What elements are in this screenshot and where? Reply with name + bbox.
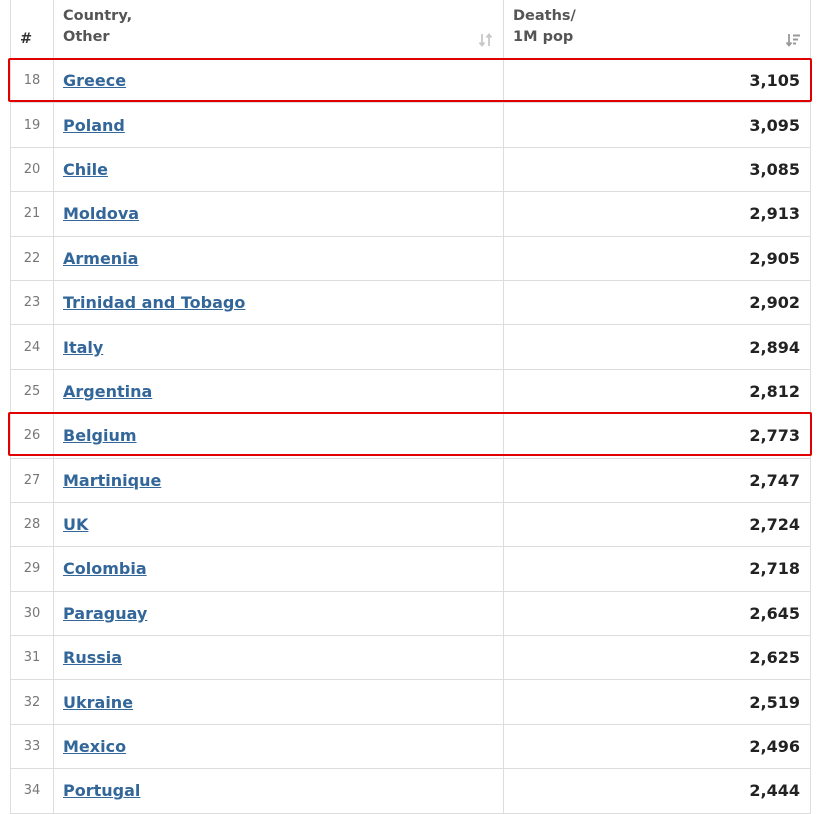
table-row: 30 Paraguay 2,645 (10, 590, 811, 637)
country-cell: Ukraine (53, 679, 504, 725)
table-row: 19 Poland 3,095 (10, 102, 811, 148)
country-cell: Belgium (53, 413, 504, 459)
rank-cell: 20 (10, 146, 54, 193)
deaths-per-million-cell: 2,773 (503, 413, 811, 459)
deaths-per-million-cell: 2,747 (503, 457, 811, 503)
rank-cell: 21 (10, 191, 54, 237)
country-cell: Mexico (53, 723, 504, 770)
deaths-per-million-cell: 2,913 (503, 191, 811, 237)
country-cell: UK (53, 501, 504, 548)
country-cell: Trinidad and Tobago (53, 279, 504, 326)
rank-cell: 30 (10, 590, 54, 637)
table-row: 32 Ukraine 2,519 (10, 679, 811, 725)
rank-cell: 34 (10, 768, 54, 814)
table-row: 25 Argentina 2,812 (10, 368, 811, 415)
deaths-per-million-cell: 2,718 (503, 546, 811, 592)
sort-neutral-icon[interactable] (478, 32, 494, 48)
table-row: 18 Greece 3,105 (10, 57, 811, 104)
country-link-portugal[interactable]: Portugal (63, 781, 140, 800)
deaths-per-million-cell: 2,812 (503, 368, 811, 415)
country-cell: Italy (53, 324, 504, 370)
table-row: 27 Martinique 2,747 (10, 457, 811, 503)
country-cell: Moldova (53, 191, 504, 237)
rank-cell: 25 (10, 368, 54, 415)
table-body: 18 Greece 3,105 19 Poland 3,095 20 Chile… (10, 57, 811, 814)
table-row: 20 Chile 3,085 (10, 146, 811, 193)
country-link-uk[interactable]: UK (63, 515, 88, 534)
rank-cell: 18 (10, 57, 54, 104)
country-cell: Russia (53, 635, 504, 681)
deaths-per-million-cell: 2,894 (503, 324, 811, 370)
table-row: 22 Armenia 2,905 (10, 235, 811, 281)
table-header-row: # Country, Other Deaths/ 1M pop (10, 0, 811, 59)
country-cell: Argentina (53, 368, 504, 415)
country-link-belgium[interactable]: Belgium (63, 426, 137, 445)
table-row: 23 Trinidad and Tobago 2,902 (10, 279, 811, 326)
country-link-moldova[interactable]: Moldova (63, 204, 139, 223)
country-cell: Poland (53, 102, 504, 148)
deaths-per-million-cell: 2,645 (503, 590, 811, 637)
country-cell: Greece (53, 57, 504, 104)
rank-cell: 29 (10, 546, 54, 592)
deaths-per-million-cell: 3,095 (503, 102, 811, 148)
rank-cell: 23 (10, 279, 54, 326)
country-cell: Portugal (53, 768, 504, 814)
deaths-per-million-cell: 2,625 (503, 635, 811, 681)
deaths-per-million-cell: 3,085 (503, 146, 811, 193)
table-row: 24 Italy 2,894 (10, 324, 811, 370)
deaths-column-header[interactable]: Deaths/ 1M pop (503, 0, 811, 59)
country-cell: Chile (53, 146, 504, 193)
country-link-russia[interactable]: Russia (63, 648, 122, 667)
rank-cell: 27 (10, 457, 54, 503)
country-header-line2: Other (63, 29, 110, 45)
deaths-per-million-cell: 3,105 (503, 57, 811, 104)
sort-descending-icon[interactable] (785, 32, 801, 48)
country-column-header[interactable]: Country, Other (53, 0, 504, 59)
table-row: 28 UK 2,724 (10, 501, 811, 548)
country-cell: Paraguay (53, 590, 504, 637)
deaths-per-million-cell: 2,905 (503, 235, 811, 281)
table-row: 29 Colombia 2,718 (10, 546, 811, 592)
country-link-argentina[interactable]: Argentina (63, 382, 152, 401)
country-link-ukraine[interactable]: Ukraine (63, 693, 133, 712)
table-row: 34 Portugal 2,444 (10, 768, 811, 814)
deaths-per-million-cell: 2,496 (503, 723, 811, 770)
rank-cell: 28 (10, 501, 54, 548)
country-cell: Martinique (53, 457, 504, 503)
country-link-colombia[interactable]: Colombia (63, 559, 147, 578)
rank-header-label: # (20, 31, 33, 47)
country-link-paraguay[interactable]: Paraguay (63, 604, 147, 623)
country-link-chile[interactable]: Chile (63, 160, 108, 179)
rank-column-header: # (10, 0, 54, 59)
table-row: 26 Belgium 2,773 (10, 413, 811, 459)
rank-cell: 31 (10, 635, 54, 681)
country-link-italy[interactable]: Italy (63, 338, 103, 357)
rank-cell: 19 (10, 102, 54, 148)
country-link-martinique[interactable]: Martinique (63, 471, 161, 490)
deaths-per-million-cell: 2,902 (503, 279, 811, 326)
table-row: 33 Mexico 2,496 (10, 723, 811, 770)
country-link-trinidad-and-tobago[interactable]: Trinidad and Tobago (63, 293, 245, 312)
country-link-armenia[interactable]: Armenia (63, 249, 138, 268)
deaths-header-line1: Deaths/ (513, 8, 576, 24)
deaths-header-line2: 1M pop (513, 29, 574, 45)
rank-cell: 33 (10, 723, 54, 770)
country-cell: Colombia (53, 546, 504, 592)
rank-cell: 22 (10, 235, 54, 281)
deaths-per-million-cell: 2,444 (503, 768, 811, 814)
country-link-greece[interactable]: Greece (63, 71, 126, 90)
rank-cell: 32 (10, 679, 54, 725)
country-header-line1: Country, (63, 8, 133, 24)
deaths-per-million-cell: 2,724 (503, 501, 811, 548)
ranking-table-container: # Country, Other Deaths/ 1M pop 18 Greec… (10, 0, 811, 814)
deaths-per-million-table: # Country, Other Deaths/ 1M pop 18 Greec… (10, 0, 811, 814)
country-link-mexico[interactable]: Mexico (63, 737, 126, 756)
rank-cell: 24 (10, 324, 54, 370)
table-row: 21 Moldova 2,913 (10, 191, 811, 237)
rank-cell: 26 (10, 413, 54, 459)
table-row: 31 Russia 2,625 (10, 635, 811, 681)
country-link-poland[interactable]: Poland (63, 116, 125, 135)
deaths-per-million-cell: 2,519 (503, 679, 811, 725)
country-cell: Armenia (53, 235, 504, 281)
